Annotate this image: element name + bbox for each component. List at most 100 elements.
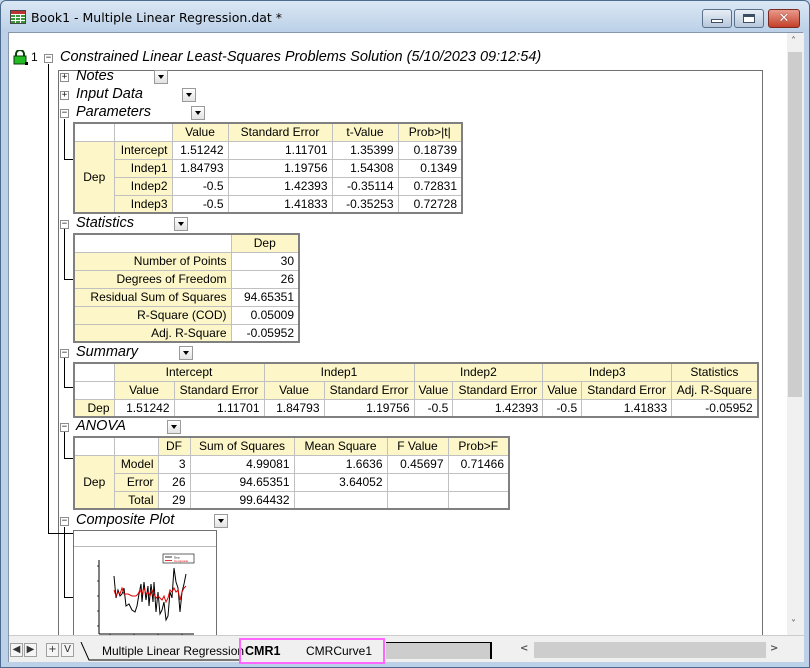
table-cell[interactable]: 94.65351: [189, 472, 295, 492]
column-header[interactable]: Standard Error: [581, 380, 673, 400]
column-header[interactable]: F Value: [386, 436, 449, 456]
sheet-list-button[interactable]: V: [61, 643, 74, 657]
statistics-collapse-toggle[interactable]: −: [60, 220, 69, 229]
table-cell[interactable]: 26: [230, 269, 300, 289]
composite-plot-thumbnail[interactable]: Dep Composite: [73, 530, 217, 635]
scroll-down-icon[interactable]: ˅: [791, 619, 796, 630]
column-header[interactable]: Value: [171, 122, 229, 142]
notes-expand-toggle[interactable]: +: [60, 73, 69, 82]
anova-collapse-toggle[interactable]: −: [60, 423, 69, 432]
table-cell[interactable]: 0.05009: [230, 305, 300, 325]
table-cell[interactable]: 1.42393: [227, 176, 333, 196]
vertical-scroll-thumb[interactable]: [788, 52, 802, 397]
column-group-header[interactable]: Indep3: [542, 362, 673, 382]
table-cell[interactable]: 0.1349: [397, 158, 463, 178]
table-cell[interactable]: 0.72831: [397, 176, 463, 196]
table-cell[interactable]: 30: [230, 251, 300, 271]
scroll-left-icon[interactable]: <: [520, 643, 528, 654]
column-header[interactable]: Mean Square: [293, 436, 388, 456]
composite-plot-dropdown-button[interactable]: [214, 514, 228, 528]
table-cell[interactable]: 1.35399: [331, 140, 399, 160]
add-sheet-button[interactable]: +: [46, 643, 59, 657]
table-cell[interactable]: 0.18739: [397, 140, 463, 160]
table-cell[interactable]: 1.11701: [173, 398, 265, 418]
column-header[interactable]: Prob>|t|: [397, 122, 463, 142]
scroll-right-icon[interactable]: >: [770, 643, 778, 654]
column-header[interactable]: Adj. R-Square: [671, 380, 759, 400]
table-cell[interactable]: [386, 472, 449, 492]
column-header[interactable]: DF: [157, 436, 191, 456]
tab-cmrcurve1[interactable]: CMRCurve1: [306, 642, 372, 660]
summary-collapse-toggle[interactable]: −: [60, 349, 69, 358]
minimize-button[interactable]: [702, 9, 732, 28]
table-cell[interactable]: 1.84793: [171, 158, 229, 178]
table-cell[interactable]: [293, 490, 388, 510]
column-group-header[interactable]: Indep1: [263, 362, 415, 382]
table-cell[interactable]: [447, 472, 510, 492]
table-cell[interactable]: 0.45697: [386, 454, 449, 474]
table-cell[interactable]: 1.19756: [323, 398, 415, 418]
table-cell[interactable]: 1.42393: [452, 398, 544, 418]
input-data-expand-toggle[interactable]: +: [60, 91, 69, 100]
anova-dropdown-button[interactable]: [167, 420, 181, 434]
first-sheet-button[interactable]: ◀: [10, 643, 23, 657]
horizontal-scrollbar[interactable]: < >: [514, 641, 786, 659]
composite-plot-collapse-toggle[interactable]: −: [60, 517, 69, 526]
next-sheet-button[interactable]: ▶: [24, 643, 37, 657]
table-cell[interactable]: 29: [157, 490, 191, 510]
table-cell[interactable]: [386, 490, 449, 510]
table-cell[interactable]: 3.64052: [293, 472, 388, 492]
column-group-header[interactable]: Statistics: [671, 362, 759, 382]
scroll-up-icon[interactable]: ˄: [791, 36, 796, 47]
column-header[interactable]: t-Value: [331, 122, 399, 142]
table-cell[interactable]: 1.51242: [113, 398, 175, 418]
lock-icon[interactable]: [12, 50, 28, 65]
horizontal-scroll-thumb[interactable]: [534, 642, 766, 658]
table-cell[interactable]: 1.41833: [581, 398, 673, 418]
tab-multiple-linear-regression[interactable]: Multiple Linear Regression: [102, 642, 244, 660]
report-collapse-toggle[interactable]: −: [44, 54, 53, 63]
table-cell[interactable]: -0.35253: [331, 194, 399, 214]
column-group-header[interactable]: Indep2: [413, 362, 544, 382]
table-cell[interactable]: 1.11701: [227, 140, 333, 160]
close-button[interactable]: ✕: [768, 9, 800, 28]
column-header[interactable]: Sum of Squares: [189, 436, 295, 456]
column-header[interactable]: Standard Error: [173, 380, 265, 400]
column-header[interactable]: Standard Error: [452, 380, 544, 400]
table-cell[interactable]: 1.41833: [227, 194, 333, 214]
parameters-dropdown-button[interactable]: [191, 106, 205, 120]
table-cell[interactable]: -0.05952: [230, 323, 300, 343]
table-cell[interactable]: 3: [157, 454, 191, 474]
column-group-header[interactable]: Intercept: [113, 362, 265, 382]
table-cell[interactable]: 1.54308: [331, 158, 399, 178]
table-cell[interactable]: 94.65351: [230, 287, 300, 307]
table-cell[interactable]: 1.51242: [171, 140, 229, 160]
table-cell[interactable]: 1.84793: [263, 398, 325, 418]
vertical-scrollbar[interactable]: ˄ ˅: [787, 33, 804, 635]
table-cell[interactable]: 1.19756: [227, 158, 333, 178]
column-header[interactable]: Standard Error: [323, 380, 415, 400]
column-header[interactable]: Value: [263, 380, 325, 400]
table-cell[interactable]: -0.5: [413, 398, 454, 418]
column-header[interactable]: Value: [542, 380, 583, 400]
table-cell[interactable]: 26: [157, 472, 191, 492]
tab-cmr1[interactable]: CMR1: [245, 642, 280, 660]
maximize-button[interactable]: [734, 9, 764, 28]
table-cell[interactable]: 1.6636: [293, 454, 388, 474]
table-cell[interactable]: 99.64432: [189, 490, 295, 510]
column-header[interactable]: Value: [113, 380, 175, 400]
table-cell[interactable]: -0.35114: [331, 176, 399, 196]
parameters-collapse-toggle[interactable]: −: [60, 109, 69, 118]
notes-dropdown-button[interactable]: [154, 70, 168, 84]
table-cell[interactable]: 0.72728: [397, 194, 463, 214]
table-cell[interactable]: -0.05952: [671, 398, 759, 418]
column-header[interactable]: Standard Error: [227, 122, 333, 142]
column-header[interactable]: Value: [413, 380, 454, 400]
title-bar[interactable]: Book1 - Multiple Linear Regression.dat *…: [1, 1, 809, 33]
table-cell[interactable]: 4.99081: [189, 454, 295, 474]
column-header[interactable]: Dep: [230, 233, 300, 253]
table-cell[interactable]: -0.5: [542, 398, 583, 418]
table-cell[interactable]: -0.5: [171, 194, 229, 214]
summary-dropdown-button[interactable]: [179, 346, 193, 360]
table-cell[interactable]: -0.5: [171, 176, 229, 196]
